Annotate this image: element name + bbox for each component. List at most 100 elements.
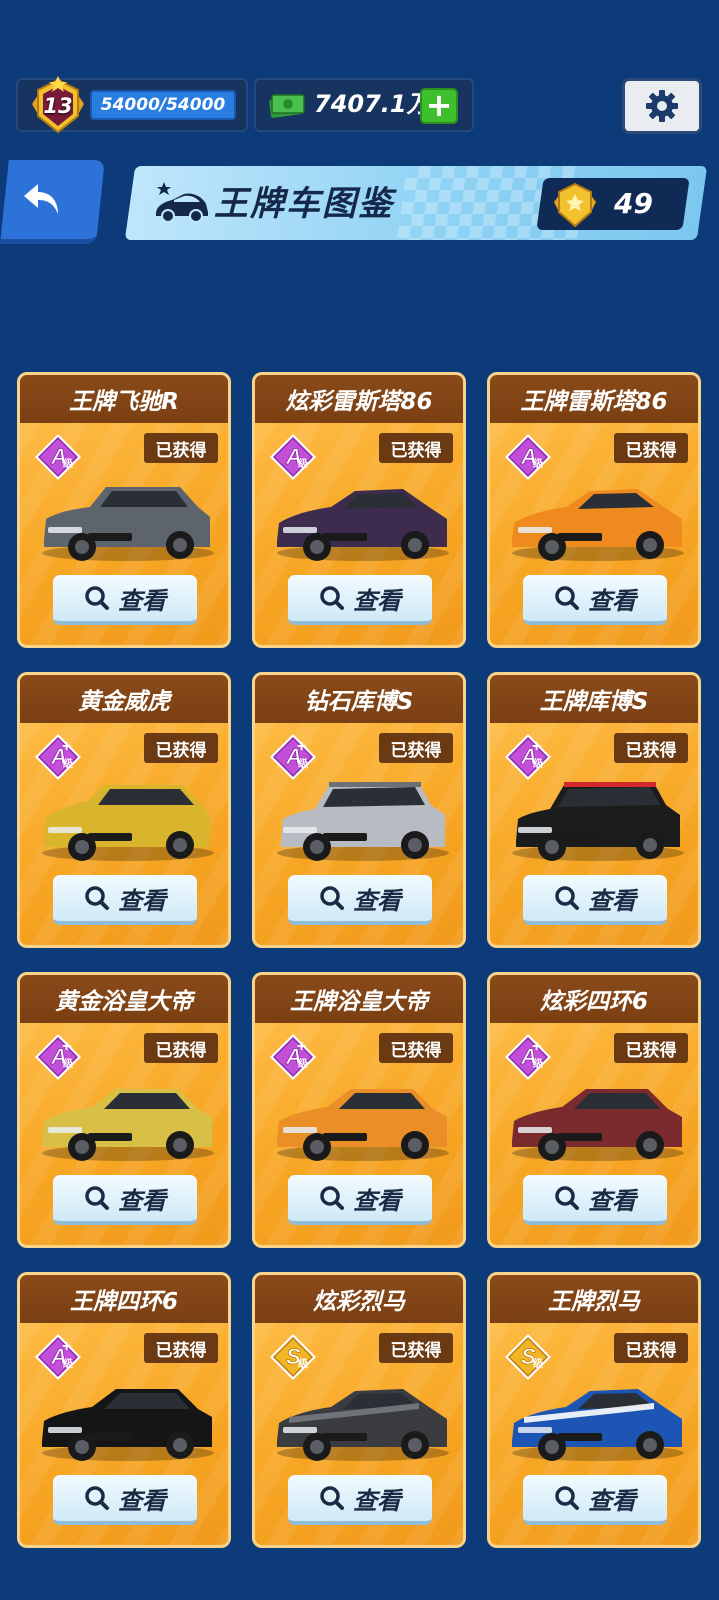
car-card[interactable]: 王牌浴皇大帝 A 级 + 已获得 查看 [252, 972, 466, 1248]
car-card[interactable]: 王牌四环6 A 级 + 已获得 查看 [17, 1272, 231, 1548]
view-button[interactable]: 查看 [288, 575, 432, 625]
view-button[interactable]: 查看 [53, 875, 197, 925]
car-card[interactable]: 王牌雷斯塔86 A 级已获得 查看 [487, 372, 701, 648]
car-card[interactable]: 王牌烈马 S 级已获得 查看 [487, 1272, 701, 1548]
view-button[interactable]: 查看 [53, 1175, 197, 1225]
car-image [512, 1089, 684, 1161]
svg-text:+: + [532, 1038, 541, 1055]
magnifier-icon [85, 586, 109, 610]
magnifier-icon [85, 886, 109, 910]
view-button-label: 查看 [588, 886, 636, 915]
car-card[interactable]: 黄金浴皇大帝 A 级 + 已获得 查看 [17, 972, 231, 1248]
car-name: 王牌烈马 [490, 1275, 698, 1323]
view-button-label: 查看 [353, 1186, 401, 1215]
view-button[interactable]: 查看 [523, 875, 667, 925]
view-button-label: 查看 [588, 1186, 636, 1215]
view-button[interactable]: 查看 [523, 575, 667, 625]
car-name: 炫彩雷斯塔86 [255, 375, 463, 423]
owned-badge: 已获得 [614, 1033, 688, 1063]
magnifier-icon [555, 886, 579, 910]
view-button-label: 查看 [353, 1486, 401, 1515]
level-number: 13 [43, 94, 73, 118]
car-image [277, 1089, 449, 1161]
view-button-label: 查看 [118, 886, 166, 915]
car-image [512, 489, 684, 561]
view-button[interactable]: 查看 [53, 1475, 197, 1525]
view-button[interactable]: 查看 [523, 1475, 667, 1525]
magnifier-icon [320, 586, 344, 610]
car-image [512, 782, 684, 861]
medal-icon [554, 182, 596, 228]
race-car-icon [156, 182, 208, 223]
car-card[interactable]: 王牌库博S A 级 + 已获得 查看 [487, 672, 701, 948]
add-cash-button[interactable]: + [420, 88, 458, 124]
magnifier-icon [85, 1486, 109, 1510]
car-collection-grid: 查看查看查看王牌飞驰RA级已获得查看炫彩雷斯塔86A级已获得查看王牌雷斯塔86A… [0, 262, 719, 1600]
owned-badge: 已获得 [379, 433, 453, 463]
car-card[interactable]: 黄金威虎 A 级 + 已获得 查看 [17, 672, 231, 948]
car-image [42, 1389, 214, 1461]
car-card[interactable]: 炫彩雷斯塔86 A 级已获得 查看 [252, 372, 466, 648]
view-button-label: 查看 [588, 586, 636, 615]
car-image [42, 1089, 214, 1161]
collection-count: 49 [614, 187, 653, 220]
page-title: 王牌车图鉴 [214, 184, 394, 224]
car-name: 王牌四环6 [20, 1275, 228, 1323]
car-card[interactable]: 钻石库博S A 级 + 已获得 查看 [252, 672, 466, 948]
car-card[interactable]: 炫彩四环6 A 级 + 已获得 查看 [487, 972, 701, 1248]
top-hud: 13 54000/54000 7407.1万 + [0, 0, 719, 140]
magnifier-icon [555, 586, 579, 610]
magnifier-icon [85, 1186, 109, 1210]
car-name: 炫彩烈马 [255, 1275, 463, 1323]
owned-badge: 已获得 [614, 1333, 688, 1363]
magnifier-icon [320, 886, 344, 910]
car-name: 王牌库博S [490, 675, 698, 723]
car-name: 钻石库博S [255, 675, 463, 723]
magnifier-icon [555, 1186, 579, 1210]
car-image [277, 1389, 449, 1461]
magnifier-icon [320, 1186, 344, 1210]
gear-icon [646, 90, 678, 122]
view-button[interactable]: 查看 [53, 575, 197, 625]
car-card[interactable]: 炫彩烈马 S 级已获得 查看 [252, 1272, 466, 1548]
car-image [42, 785, 214, 861]
cash-amount: 7407.1万 [314, 90, 431, 118]
owned-badge: 已获得 [379, 1333, 453, 1363]
cash-icon [269, 94, 305, 118]
car-image [512, 1389, 684, 1461]
car-image [277, 782, 449, 861]
view-button-label: 查看 [588, 1486, 636, 1515]
svg-text:+: + [297, 738, 306, 755]
owned-badge: 已获得 [614, 733, 688, 763]
owned-badge: 已获得 [144, 433, 218, 463]
svg-text:+: + [532, 738, 541, 755]
view-button-label: 查看 [118, 1486, 166, 1515]
xp-bar: 54000/54000 [90, 90, 236, 120]
car-name: 黄金威虎 [20, 675, 228, 723]
car-name: 王牌雷斯塔86 [490, 375, 698, 423]
view-button-label: 查看 [118, 586, 166, 615]
car-image [277, 489, 449, 561]
svg-text:+: + [62, 1038, 71, 1055]
owned-badge: 已获得 [144, 1033, 218, 1063]
view-button[interactable]: 查看 [288, 1175, 432, 1225]
view-button[interactable]: 查看 [288, 875, 432, 925]
view-button[interactable]: 查看 [288, 1475, 432, 1525]
owned-badge: 已获得 [144, 1333, 218, 1363]
svg-text:+: + [62, 738, 71, 755]
car-card[interactable]: 王牌飞驰R A 级已获得 查看 [17, 372, 231, 648]
magnifier-icon [555, 1486, 579, 1510]
owned-badge: 已获得 [614, 433, 688, 463]
view-button[interactable]: 查看 [523, 1175, 667, 1225]
car-name: 黄金浴皇大帝 [20, 975, 228, 1023]
settings-button[interactable] [622, 78, 702, 134]
owned-badge: 已获得 [379, 1033, 453, 1063]
owned-badge: 已获得 [379, 733, 453, 763]
car-image [42, 487, 214, 561]
back-arrow-icon [24, 184, 58, 214]
car-name: 王牌飞驰R [20, 375, 228, 423]
magnifier-icon [320, 1486, 344, 1510]
view-button-label: 查看 [118, 1186, 166, 1215]
owned-badge: 已获得 [144, 733, 218, 763]
view-button-label: 查看 [353, 886, 401, 915]
